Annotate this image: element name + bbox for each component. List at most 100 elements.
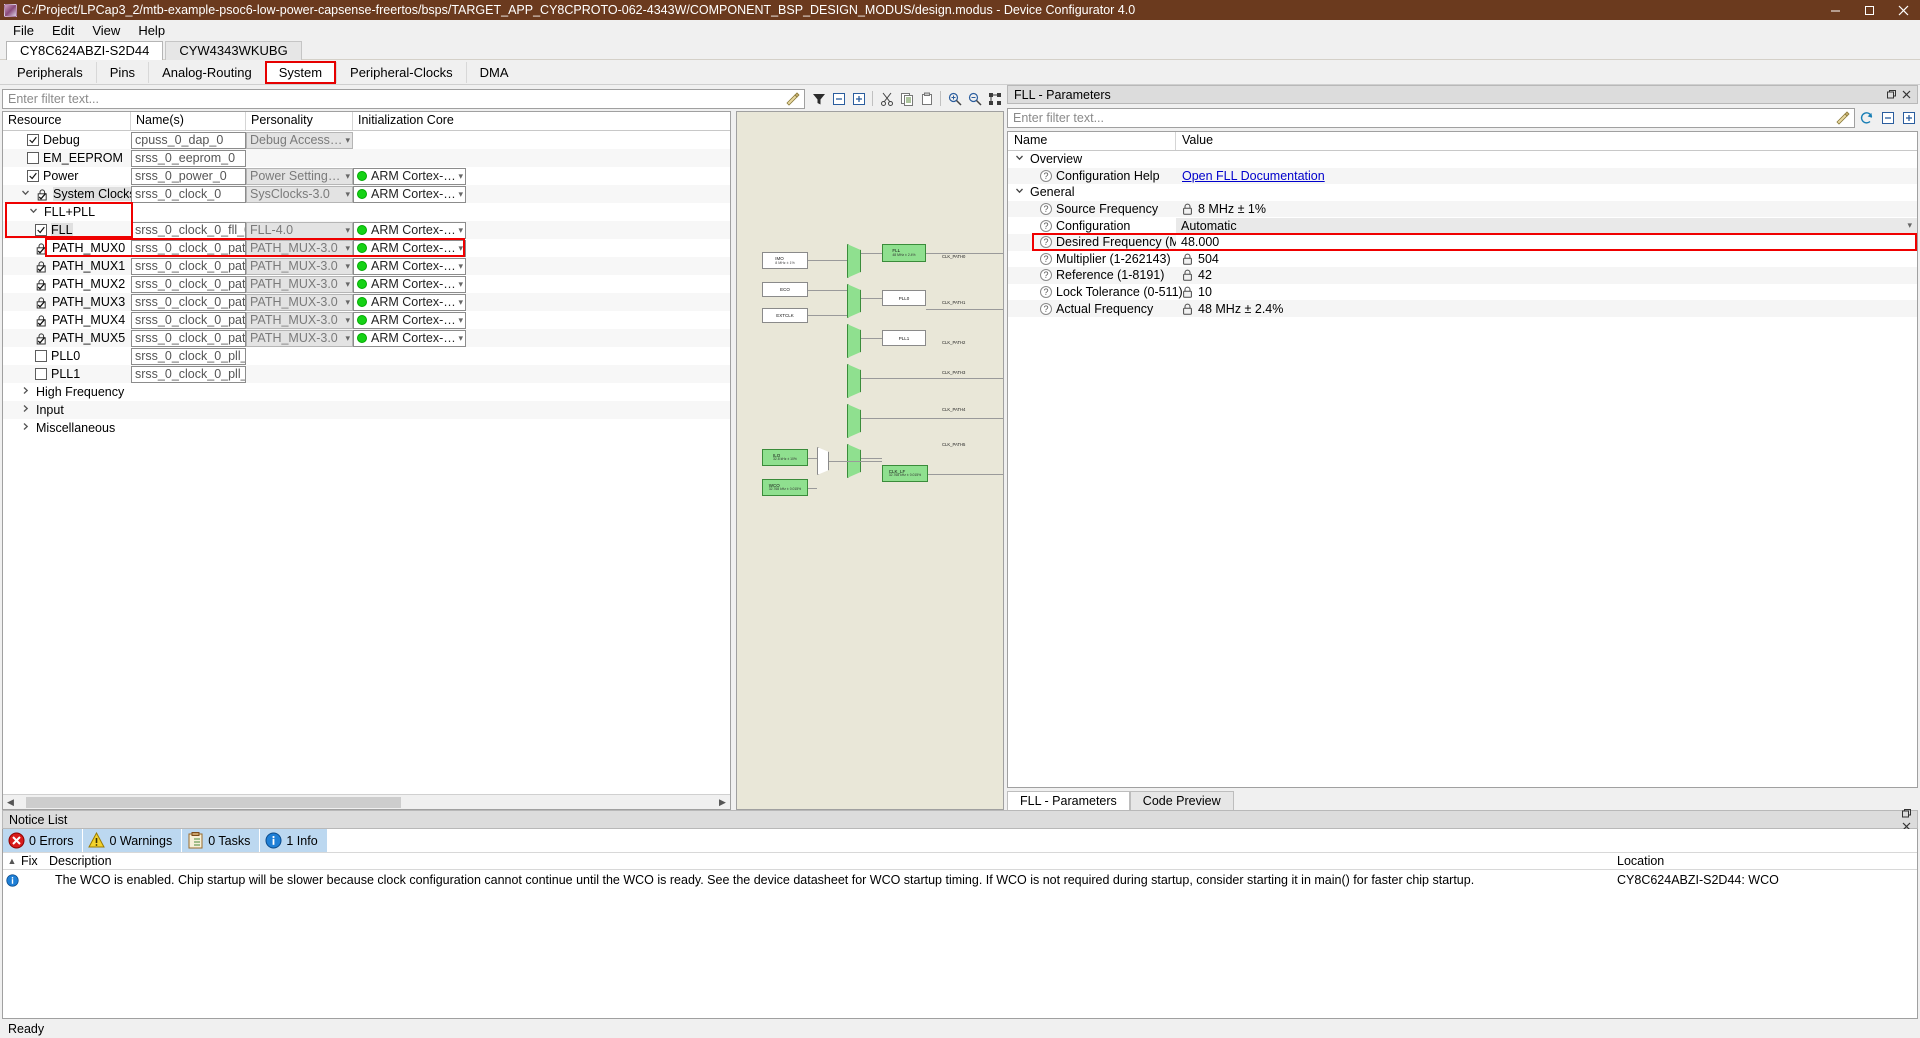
parameters-filter-input[interactable]: Enter filter text... bbox=[1007, 107, 1855, 128]
chevron-down-icon[interactable]: ▾ bbox=[345, 189, 350, 200]
close-icon[interactable] bbox=[1900, 88, 1913, 101]
table-row[interactable]: PATH_MUX3srss_0_clock_0_pathmux_3PATH_MU… bbox=[3, 293, 730, 311]
parameter-value[interactable]: Open FLL Documentation bbox=[1176, 169, 1917, 183]
warnings-badge[interactable]: 0 Warnings bbox=[83, 829, 183, 852]
info-badge[interactable]: 1 Info bbox=[260, 829, 328, 852]
name-input[interactable]: srss_0_clock_0_pll_0 bbox=[131, 347, 246, 365]
collapse-all-icon[interactable] bbox=[829, 89, 848, 108]
fit-to-window-icon[interactable] bbox=[985, 89, 1004, 108]
paste-icon[interactable] bbox=[917, 89, 936, 108]
personality-dropdown[interactable]: Power Settings-1.3▾ bbox=[246, 167, 353, 185]
chevron-right-icon[interactable] bbox=[19, 422, 32, 434]
device-tab-cy8c624abzi[interactable]: CY8C624ABZI-S2D44 bbox=[6, 41, 164, 60]
name-input[interactable]: srss_0_clock_0_pathmux_4 bbox=[131, 311, 246, 329]
close-button[interactable] bbox=[1886, 0, 1920, 20]
column-header-names[interactable]: Name(s) bbox=[131, 112, 246, 130]
chevron-down-icon[interactable]: ▾ bbox=[458, 297, 463, 308]
parameter-row[interactable]: ? Lock Tolerance (0-511) 10 bbox=[1008, 284, 1917, 301]
name-input[interactable]: srss_0_clock_0_fll_0 bbox=[131, 221, 246, 239]
column-header-resource[interactable]: Resource bbox=[3, 112, 131, 130]
scroll-right-arrow[interactable]: ▶ bbox=[715, 797, 730, 808]
edit-pencil-icon[interactable] bbox=[785, 91, 800, 109]
menu-item-file[interactable]: File bbox=[4, 21, 43, 40]
column-header-init-core[interactable]: Initialization Core bbox=[353, 112, 463, 130]
filter-icon[interactable] bbox=[809, 89, 828, 108]
restore-icon[interactable] bbox=[1900, 807, 1913, 820]
name-input[interactable]: srss_0_clock_0 bbox=[131, 185, 246, 203]
name-input[interactable]: cpuss_0_dap_0 bbox=[131, 131, 246, 149]
scroll-track[interactable] bbox=[18, 795, 715, 809]
init-core-dropdown[interactable]: ARM Cortex-M4 ▾ bbox=[353, 167, 466, 185]
chevron-down-icon[interactable]: ▾ bbox=[458, 171, 463, 182]
scroll-left-arrow[interactable]: ◀ bbox=[3, 797, 18, 808]
chevron-down-icon[interactable] bbox=[19, 188, 32, 200]
column-header-location[interactable]: Location bbox=[1617, 854, 1917, 868]
errors-badge[interactable]: 0 Errors bbox=[3, 829, 84, 852]
table-row[interactable]: Powersrss_0_power_0Power Settings-1.3▾AR… bbox=[3, 167, 730, 185]
init-core-dropdown[interactable]: ARM Cortex-M4 ▾ bbox=[353, 293, 466, 311]
checkbox-checked[interactable] bbox=[27, 134, 39, 146]
menu-item-help[interactable]: Help bbox=[129, 21, 174, 40]
zoom-out-icon[interactable] bbox=[965, 89, 984, 108]
parameter-row[interactable]: ? Actual Frequency 48 MHz ± 2.4% bbox=[1008, 300, 1917, 317]
chevron-down-icon[interactable]: ▾ bbox=[345, 333, 350, 344]
table-row[interactable]: PLL1 srss_0_clock_0_pll_1 bbox=[3, 365, 730, 383]
table-row[interactable]: PLL0 srss_0_clock_0_pll_0 bbox=[3, 347, 730, 365]
column-header-value[interactable]: Value bbox=[1176, 132, 1917, 150]
init-core-dropdown[interactable]: ARM Cortex-M4 ▾ bbox=[353, 239, 466, 257]
column-header-name[interactable]: Name bbox=[1008, 132, 1176, 150]
checkbox-checked[interactable] bbox=[27, 170, 39, 182]
expand-all-icon[interactable] bbox=[1899, 108, 1918, 127]
help-icon[interactable]: ? bbox=[1040, 302, 1052, 315]
chevron-down-icon[interactable] bbox=[1012, 186, 1026, 198]
table-row[interactable]: FLL srss_0_clock_0_fll_0 FLL-4.0 ▾ ARM Corte… bbox=[3, 221, 730, 239]
tab-system[interactable]: System bbox=[264, 60, 337, 84]
column-header-personality[interactable]: Personality bbox=[246, 112, 353, 130]
name-input[interactable]: srss_0_eeprom_0 bbox=[131, 149, 246, 167]
column-header-description[interactable]: Description bbox=[49, 854, 1617, 868]
scroll-thumb[interactable] bbox=[26, 796, 401, 808]
chevron-down-icon[interactable]: ▾ bbox=[1907, 220, 1912, 231]
parameter-row[interactable]: ? Reference (1-8191) 42 bbox=[1008, 267, 1917, 284]
tab-analog-routing[interactable]: Analog-Routing bbox=[148, 61, 265, 83]
parameter-row[interactable]: ? Configuration Automatic ▾ bbox=[1008, 217, 1917, 234]
menu-item-edit[interactable]: Edit bbox=[43, 21, 83, 40]
parameter-value[interactable]: Automatic ▾ bbox=[1176, 217, 1917, 234]
chevron-down-icon[interactable] bbox=[1012, 153, 1026, 165]
table-row[interactable]: EM_EEPROM srss_0_eeprom_0 bbox=[3, 149, 730, 167]
help-icon[interactable]: ? bbox=[1040, 203, 1052, 216]
table-row[interactable]: Debug cpuss_0_dap_0 Debug Access-1.0 ▾ bbox=[3, 131, 730, 149]
chevron-down-icon[interactable]: ▾ bbox=[458, 261, 463, 272]
collapse-all-icon[interactable] bbox=[1878, 108, 1897, 127]
tab-fll-parameters[interactable]: FLL - Parameters bbox=[1007, 791, 1130, 810]
personality-dropdown[interactable]: PATH_MUX-3.0 ▾ bbox=[246, 239, 353, 257]
name-input[interactable]: srss_0_clock_0_pathmux_2 bbox=[131, 275, 246, 293]
tab-peripherals[interactable]: Peripherals bbox=[4, 62, 96, 83]
parameter-value[interactable]: 48.000 bbox=[1176, 234, 1917, 251]
zoom-in-icon[interactable] bbox=[945, 89, 964, 108]
resource-tree-hscrollbar[interactable]: ◀ ▶ bbox=[3, 794, 730, 809]
table-row[interactable]: PATH_MUX2srss_0_clock_0_pathmux_2PATH_MU… bbox=[3, 275, 730, 293]
configuration-dropdown[interactable]: Automatic ▾ bbox=[1176, 217, 1917, 234]
personality-dropdown[interactable]: FLL-4.0 ▾ bbox=[246, 221, 353, 239]
checkbox-unchecked[interactable] bbox=[27, 152, 39, 164]
parameter-group-row[interactable]: Overview bbox=[1008, 151, 1917, 168]
parameter-row[interactable]: ? Configuration Help Open FLL Documentatio… bbox=[1008, 167, 1917, 185]
sort-caret-icon[interactable]: ▲ bbox=[3, 856, 21, 866]
chevron-down-icon[interactable]: ▾ bbox=[458, 315, 463, 326]
maximize-button[interactable] bbox=[1852, 0, 1886, 20]
chevron-down-icon[interactable]: ▾ bbox=[345, 315, 350, 326]
expand-all-icon[interactable] bbox=[849, 89, 868, 108]
desired-frequency-input[interactable]: 48.000 bbox=[1176, 234, 1917, 251]
chevron-down-icon[interactable] bbox=[27, 206, 40, 218]
clock-diagram-canvas[interactable]: IMO 8 MHz ± 1% ECO EXTCLK ILO 32.8 kHz ± 1… bbox=[736, 111, 1004, 810]
chevron-down-icon[interactable]: ▾ bbox=[345, 297, 350, 308]
name-input[interactable]: srss_0_clock_0_pathmux_3 bbox=[131, 293, 246, 311]
personality-dropdown[interactable]: Debug Access-1.0 ▾ bbox=[246, 131, 353, 149]
init-core-dropdown[interactable]: ARM Cortex-M4 ▾ bbox=[353, 275, 466, 293]
name-input[interactable]: srss_0_power_0 bbox=[131, 167, 246, 185]
chevron-right-icon[interactable] bbox=[19, 386, 32, 398]
chevron-right-icon[interactable] bbox=[19, 404, 32, 416]
tab-code-preview[interactable]: Code Preview bbox=[1129, 791, 1234, 810]
table-row[interactable]: PATH_MUX1srss_0_clock_0_pathmux_1PATH_MU… bbox=[3, 257, 730, 275]
